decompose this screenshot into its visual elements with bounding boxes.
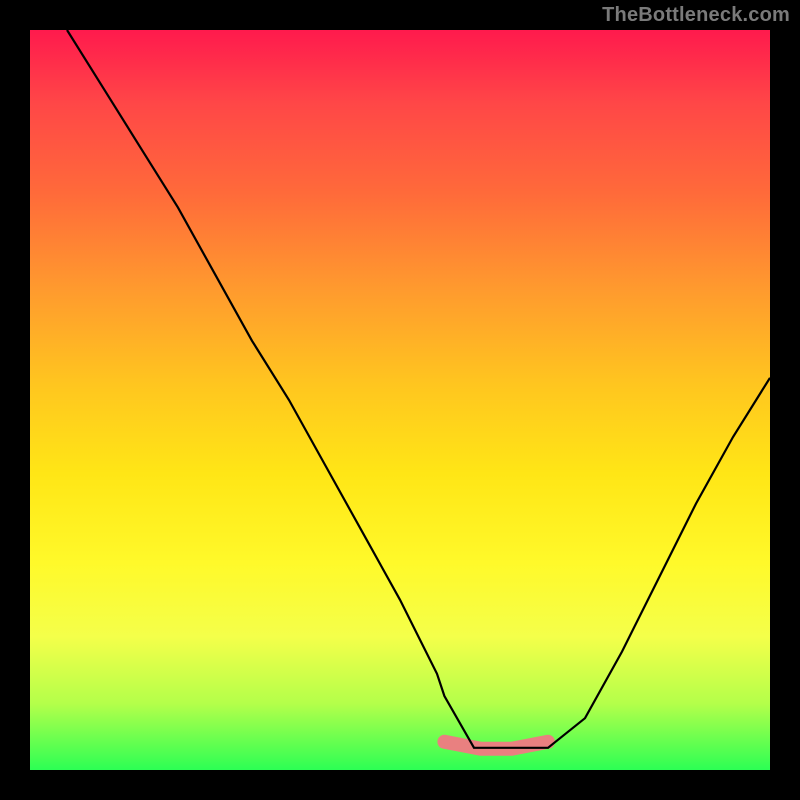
- curve-layer: [30, 30, 770, 770]
- watermark-text: TheBottleneck.com: [602, 4, 790, 27]
- plot-area: [30, 30, 770, 770]
- chart-stage: TheBottleneck.com: [0, 0, 800, 800]
- bottleneck-curve: [67, 30, 770, 748]
